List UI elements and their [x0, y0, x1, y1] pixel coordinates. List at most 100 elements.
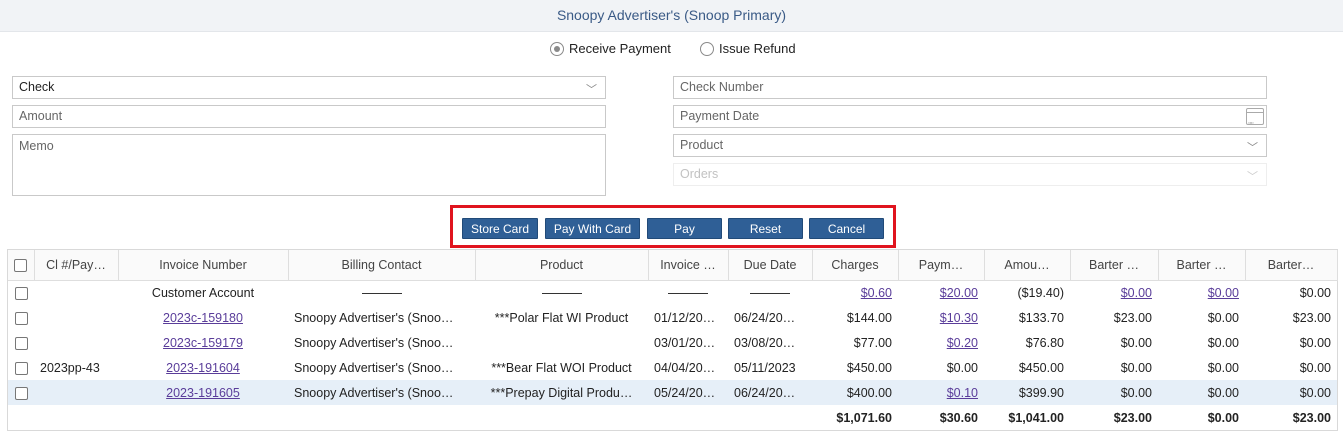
- amount-placeholder: Amount: [19, 109, 63, 123]
- column-header[interactable]: Barter…: [1245, 250, 1338, 281]
- column-header[interactable]: Charges: [812, 250, 899, 281]
- column-header[interactable]: Amou…: [984, 250, 1071, 281]
- billing-contact-cell: Snoopy Advertiser's (Snoo…: [294, 360, 454, 375]
- row-select-cell[interactable]: [8, 280, 34, 305]
- barter-cell[interactable]: $0.00: [1158, 280, 1245, 305]
- payments-link[interactable]: $0.20: [947, 336, 978, 350]
- row-select-cell[interactable]: [8, 330, 34, 355]
- payment-method-select[interactable]: Check ﹀: [12, 76, 606, 99]
- receive-payment-radio[interactable]: Receive Payment: [550, 41, 671, 56]
- radio-unchecked-icon[interactable]: [700, 41, 714, 56]
- empty-dash: [668, 292, 708, 294]
- due-date-cell: 06/24/20…: [734, 310, 796, 325]
- issue-refund-radio[interactable]: Issue Refund: [700, 41, 796, 56]
- payment-date-input[interactable]: Payment Date: [673, 105, 1267, 134]
- memo-textarea[interactable]: Memo: [12, 134, 606, 196]
- cancel-button[interactable]: Cancel: [809, 218, 884, 239]
- table-row[interactable]: 2023c-159179 Snoopy Advertiser's (Snoo… …: [8, 330, 1337, 355]
- total-amount: $1,041.00: [1008, 410, 1064, 425]
- invoice-number-cell[interactable]: 2023-191604: [118, 355, 288, 380]
- empty-cell: [118, 405, 288, 430]
- barter-cell[interactable]: $0.00: [1070, 280, 1158, 305]
- check-number-input[interactable]: Check Number: [673, 76, 1267, 99]
- invoice-link[interactable]: 2023c-159180: [163, 311, 243, 325]
- charges-cell[interactable]: $0.60: [812, 280, 898, 305]
- product-select[interactable]: Product ﹀: [673, 134, 1267, 157]
- store-card-button[interactable]: Store Card: [462, 218, 538, 239]
- column-header[interactable]: Paym…: [898, 250, 985, 281]
- table-row[interactable]: 2023c-159180 Snoopy Advertiser's (Snoo… …: [8, 305, 1337, 330]
- payments-link[interactable]: $0.10: [947, 386, 978, 400]
- calendar-icon[interactable]: [1246, 108, 1264, 134]
- invoice-link[interactable]: 2023c-159179: [163, 336, 243, 350]
- payments-cell: $0.00: [946, 360, 978, 375]
- select-all-checkbox[interactable]: [14, 258, 28, 272]
- payment-mode-group: Receive Payment Issue Refund: [0, 41, 1343, 59]
- payments-link[interactable]: $10.30: [940, 311, 978, 325]
- due-date-cell: [728, 280, 812, 305]
- table-row[interactable]: 2023-191605 Snoopy Advertiser's (Snoo… *…: [8, 380, 1337, 405]
- amount-cell: $133.70: [1018, 310, 1064, 325]
- invoice-number-cell[interactable]: 2023c-159180: [118, 305, 288, 330]
- billing-contact-cell: Snoopy Advertiser's (Snoo…: [294, 335, 454, 350]
- column-header[interactable]: Invoice …: [648, 250, 729, 281]
- empty-dash: [750, 292, 790, 294]
- cl-pay-cell: [34, 330, 118, 355]
- row-checkbox[interactable]: [14, 361, 28, 375]
- empty-dash: [541, 292, 582, 294]
- cl-pay-cell: 2023pp-43: [40, 360, 100, 375]
- table-row[interactable]: 2023pp-43 2023-191604 Snoopy Advertiser'…: [8, 355, 1337, 380]
- payments-cell[interactable]: $10.30: [898, 305, 984, 330]
- column-header[interactable]: Billing Contact: [288, 250, 476, 281]
- invoice-number-cell[interactable]: 2023-191605: [118, 380, 288, 405]
- payments-cell[interactable]: $0.20: [898, 330, 984, 355]
- table-row[interactable]: Customer Account $0.60 $20.00 ($19.40) $…: [8, 280, 1337, 305]
- amount-input[interactable]: Amount: [12, 105, 606, 128]
- invoice-link[interactable]: 2023-191604: [166, 361, 240, 375]
- due-date-cell: 06/24/20…: [728, 380, 812, 405]
- barter-cell: $0.00: [1120, 335, 1152, 350]
- pay-with-card-button[interactable]: Pay With Card: [545, 218, 640, 239]
- total-barter: $0.00: [1207, 410, 1239, 425]
- row-checkbox[interactable]: [14, 311, 28, 325]
- column-header[interactable]: Invoice Number: [118, 250, 289, 281]
- invoice-grid: Cl #/Pay… Invoice Number Billing Contact…: [7, 249, 1338, 431]
- reset-button[interactable]: Reset: [728, 218, 803, 239]
- barter-cell: $0.00: [1158, 380, 1245, 405]
- invoice-date-cell: 04/04/20…: [654, 360, 716, 375]
- invoice-date-cell: 03/01/20…: [654, 335, 716, 350]
- barter-cell: $0.00: [1207, 310, 1239, 325]
- empty-cell: [728, 405, 812, 430]
- payments-link[interactable]: $20.00: [940, 286, 978, 300]
- row-checkbox[interactable]: [14, 336, 28, 350]
- due-date-cell: 05/11/2023: [734, 360, 796, 375]
- charges-link[interactable]: $0.60: [861, 286, 892, 300]
- pay-button[interactable]: Pay: [647, 218, 722, 239]
- row-checkbox[interactable]: [14, 386, 28, 400]
- column-header[interactable]: Due Date: [728, 250, 813, 281]
- column-header[interactable]: Barter …: [1070, 250, 1159, 281]
- empty-dash: [361, 292, 402, 294]
- payments-cell[interactable]: $0.10: [898, 380, 984, 405]
- total-barter: $23.00: [1292, 410, 1331, 425]
- barter-link[interactable]: $0.00: [1208, 286, 1239, 300]
- select-all-header[interactable]: [8, 250, 35, 281]
- invoice-link[interactable]: 2023-191605: [166, 386, 240, 400]
- column-header[interactable]: Product: [475, 250, 649, 281]
- invoice-table: Cl #/Pay… Invoice Number Billing Contact…: [8, 250, 1338, 430]
- cl-pay-cell: [34, 305, 118, 330]
- row-select-cell[interactable]: [8, 355, 34, 380]
- barter-cell: $0.00: [1299, 335, 1331, 350]
- invoice-date-cell: [648, 280, 728, 305]
- row-select-cell[interactable]: [8, 380, 34, 405]
- invoice-date-cell: 05/24/20…: [648, 380, 728, 405]
- column-header[interactable]: Barter …: [1158, 250, 1246, 281]
- payments-cell[interactable]: $20.00: [898, 280, 984, 305]
- column-header[interactable]: Cl #/Pay…: [34, 250, 119, 281]
- barter-link[interactable]: $0.00: [1121, 286, 1152, 300]
- invoice-number-cell[interactable]: 2023c-159179: [118, 330, 288, 355]
- row-select-cell[interactable]: [8, 305, 34, 330]
- product-cell: [475, 280, 648, 305]
- radio-checked-icon[interactable]: [550, 41, 564, 56]
- row-checkbox[interactable]: [14, 286, 28, 300]
